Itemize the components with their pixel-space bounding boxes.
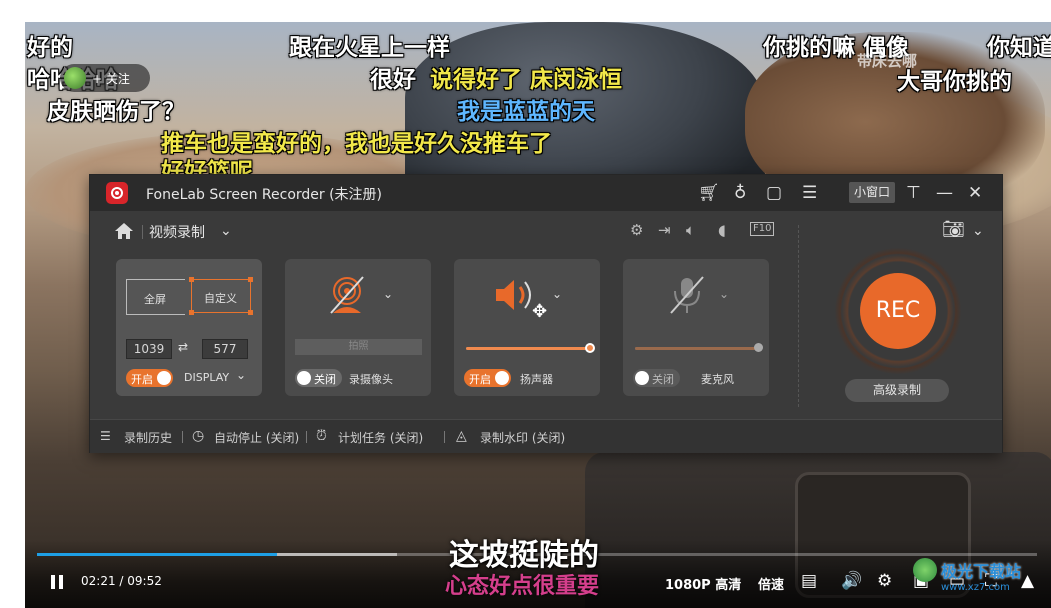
toggle-label: 开启: [131, 373, 153, 386]
watermark-url: www.xz7.com: [941, 582, 1010, 593]
watermark-link[interactable]: 录制水印 (关闭): [480, 429, 565, 446]
chevron-down-icon[interactable]: ⌄: [236, 368, 246, 382]
chevron-down-icon[interactable]: ⌄: [719, 287, 729, 301]
follow-button[interactable]: + 关注: [60, 64, 150, 92]
pause-icon[interactable]: [49, 574, 65, 590]
microphone-toggle[interactable]: 关闭: [633, 369, 680, 387]
chevron-down-icon[interactable]: ⌄: [552, 287, 562, 301]
cart-icon[interactable]: 🛒︎: [698, 183, 720, 203]
custom-region-option[interactable]: 自定义: [189, 277, 253, 315]
chevron-down-icon[interactable]: ⌄: [972, 221, 984, 241]
speaker-card[interactable]: ⌄ ✥ 开启 扬声器: [454, 259, 600, 396]
speed-button[interactable]: 倍速: [758, 574, 784, 593]
snapshot-button[interactable]: 拍照: [295, 339, 422, 355]
display-card[interactable]: 全屏 自定义 1039 ⇄ 577 开启 DISPLAY ⌄: [116, 259, 262, 396]
advanced-record-button[interactable]: 高级录制: [845, 379, 949, 402]
settings-icon[interactable]: ⚙: [630, 220, 643, 240]
avatar: [64, 67, 86, 89]
toggle-label: 关闭: [652, 373, 674, 386]
mic-volume-handle[interactable]: [754, 343, 763, 352]
feedback-icon[interactable]: ▢: [766, 183, 782, 203]
follow-label: + 关注: [92, 72, 130, 86]
mic-volume-fill: [635, 347, 759, 350]
chevron-down-icon[interactable]: ⌄: [220, 221, 232, 241]
divider: [306, 431, 307, 443]
danmaku-comment: 带床去哪: [857, 52, 918, 70]
site-watermark: 极光下载站 www.xz7.com: [913, 558, 1043, 602]
move-cursor-icon: ✥: [532, 301, 548, 322]
danmaku-comment: 很好: [370, 67, 416, 93]
progress-played: [37, 553, 277, 556]
app-logo-icon: [106, 182, 128, 204]
subtitle-line-secondary: 心态好点很重要: [445, 574, 600, 599]
camera-toggle[interactable]: 关闭: [295, 369, 342, 387]
window-title: FoneLab Screen Recorder (未注册): [146, 187, 383, 203]
fps-icon[interactable]: F10: [750, 222, 775, 236]
speaker-label: 扬声器: [520, 373, 553, 386]
divider: [182, 431, 183, 443]
quality-button[interactable]: 1080P 高清: [665, 574, 741, 593]
microphone-off-icon: [667, 275, 707, 315]
danmaku-comment: 好的: [27, 35, 73, 61]
schedule-link[interactable]: 计划任务 (关闭): [338, 429, 423, 446]
divider: [142, 225, 143, 239]
fullscreen-option[interactable]: 全屏: [126, 279, 185, 315]
droplet-icon: ◬: [456, 428, 467, 444]
speaker-volume-handle[interactable]: [585, 343, 595, 353]
list-icon: ☰: [100, 429, 111, 443]
menu-icon[interactable]: ☰: [802, 183, 817, 203]
microphone-label: 麦克风: [701, 373, 734, 386]
camera-label: 录摄像头: [349, 373, 393, 386]
danmaku-comment: 跟在火星上一样: [289, 35, 450, 61]
sound-icon[interactable]: 🔈︎: [686, 220, 695, 240]
close-icon[interactable]: ✕: [968, 183, 982, 203]
danmaku-comment: 我是蓝蓝的天: [457, 99, 595, 125]
alarm-icon: ⏰︎: [316, 428, 327, 444]
danmaku-comment: 说得好了 床闵泳恒: [430, 67, 623, 93]
danmaku-toggle-icon[interactable]: ▤: [801, 571, 817, 591]
fullscreen-label: 全屏: [144, 293, 166, 306]
watermark-text: 极光下载站: [941, 562, 1022, 581]
clock-icon: ◷: [192, 428, 205, 444]
mini-window-button[interactable]: 小窗口: [849, 182, 895, 203]
minimize-icon[interactable]: —: [936, 183, 953, 203]
settings-icon[interactable]: ⚙: [877, 571, 892, 591]
volume-icon[interactable]: 🔊: [841, 571, 862, 591]
microphone-card[interactable]: ⌄ 关闭 麦克风: [623, 259, 769, 396]
speaker-volume-fill: [466, 347, 590, 350]
lightbulb-icon[interactable]: ♁: [734, 183, 746, 203]
chevron-down-icon[interactable]: ⌄: [383, 287, 393, 301]
custom-label: 自定义: [204, 292, 237, 305]
divider: [444, 431, 445, 443]
export-icon[interactable]: ⇥: [658, 220, 671, 240]
danmaku-comment: 皮肤晒伤了？: [47, 99, 185, 125]
link-icon[interactable]: ⇄: [178, 340, 188, 354]
danmaku-comment: 你知道: [987, 35, 1051, 61]
recorder-window: FoneLab Screen Recorder (未注册) 🛒︎ ♁ ▢ ☰ 小…: [89, 174, 1003, 453]
mode-label[interactable]: 视频录制: [149, 222, 205, 242]
toggle-label: 开启: [469, 373, 491, 386]
recorder-footer: ☰ 录制历史 ◷ 自动停止 (关闭) ⏰︎ 计划任务 (关闭) ◬ 录制水印 (…: [90, 419, 1002, 453]
title-bar[interactable]: FoneLab Screen Recorder (未注册) 🛒︎ ♁ ▢ ☰ 小…: [90, 175, 1002, 211]
camera-card[interactable]: ⌄ 拍照 关闭 录摄像头: [285, 259, 431, 396]
home-icon[interactable]: [114, 222, 134, 240]
display-select[interactable]: DISPLAY: [184, 371, 229, 384]
mouse-icon[interactable]: ◖: [718, 220, 726, 240]
snapshot-label: 拍照: [348, 341, 369, 352]
camera-snapshot-icon[interactable]: 📷︎: [942, 220, 965, 240]
webcam-off-icon: [327, 275, 367, 315]
speaker-toggle[interactable]: 开启: [464, 369, 511, 387]
history-link[interactable]: 录制历史: [124, 429, 172, 446]
time-display: 02:21 / 09:52: [81, 574, 162, 588]
toggle-label: 关闭: [314, 373, 336, 386]
pin-icon[interactable]: ⊤: [906, 183, 921, 203]
autostop-link[interactable]: 自动停止 (关闭): [214, 429, 299, 446]
display-toggle[interactable]: 开启: [126, 369, 173, 387]
height-input[interactable]: 577: [202, 339, 248, 359]
player-controls: 这坡挺陡的 心态好点很重要 02:21 / 09:52 1080P 高清 倍速 …: [25, 538, 1051, 608]
divider: [798, 225, 800, 407]
width-input[interactable]: 1039: [126, 339, 172, 359]
rec-button[interactable]: REC: [860, 273, 936, 349]
